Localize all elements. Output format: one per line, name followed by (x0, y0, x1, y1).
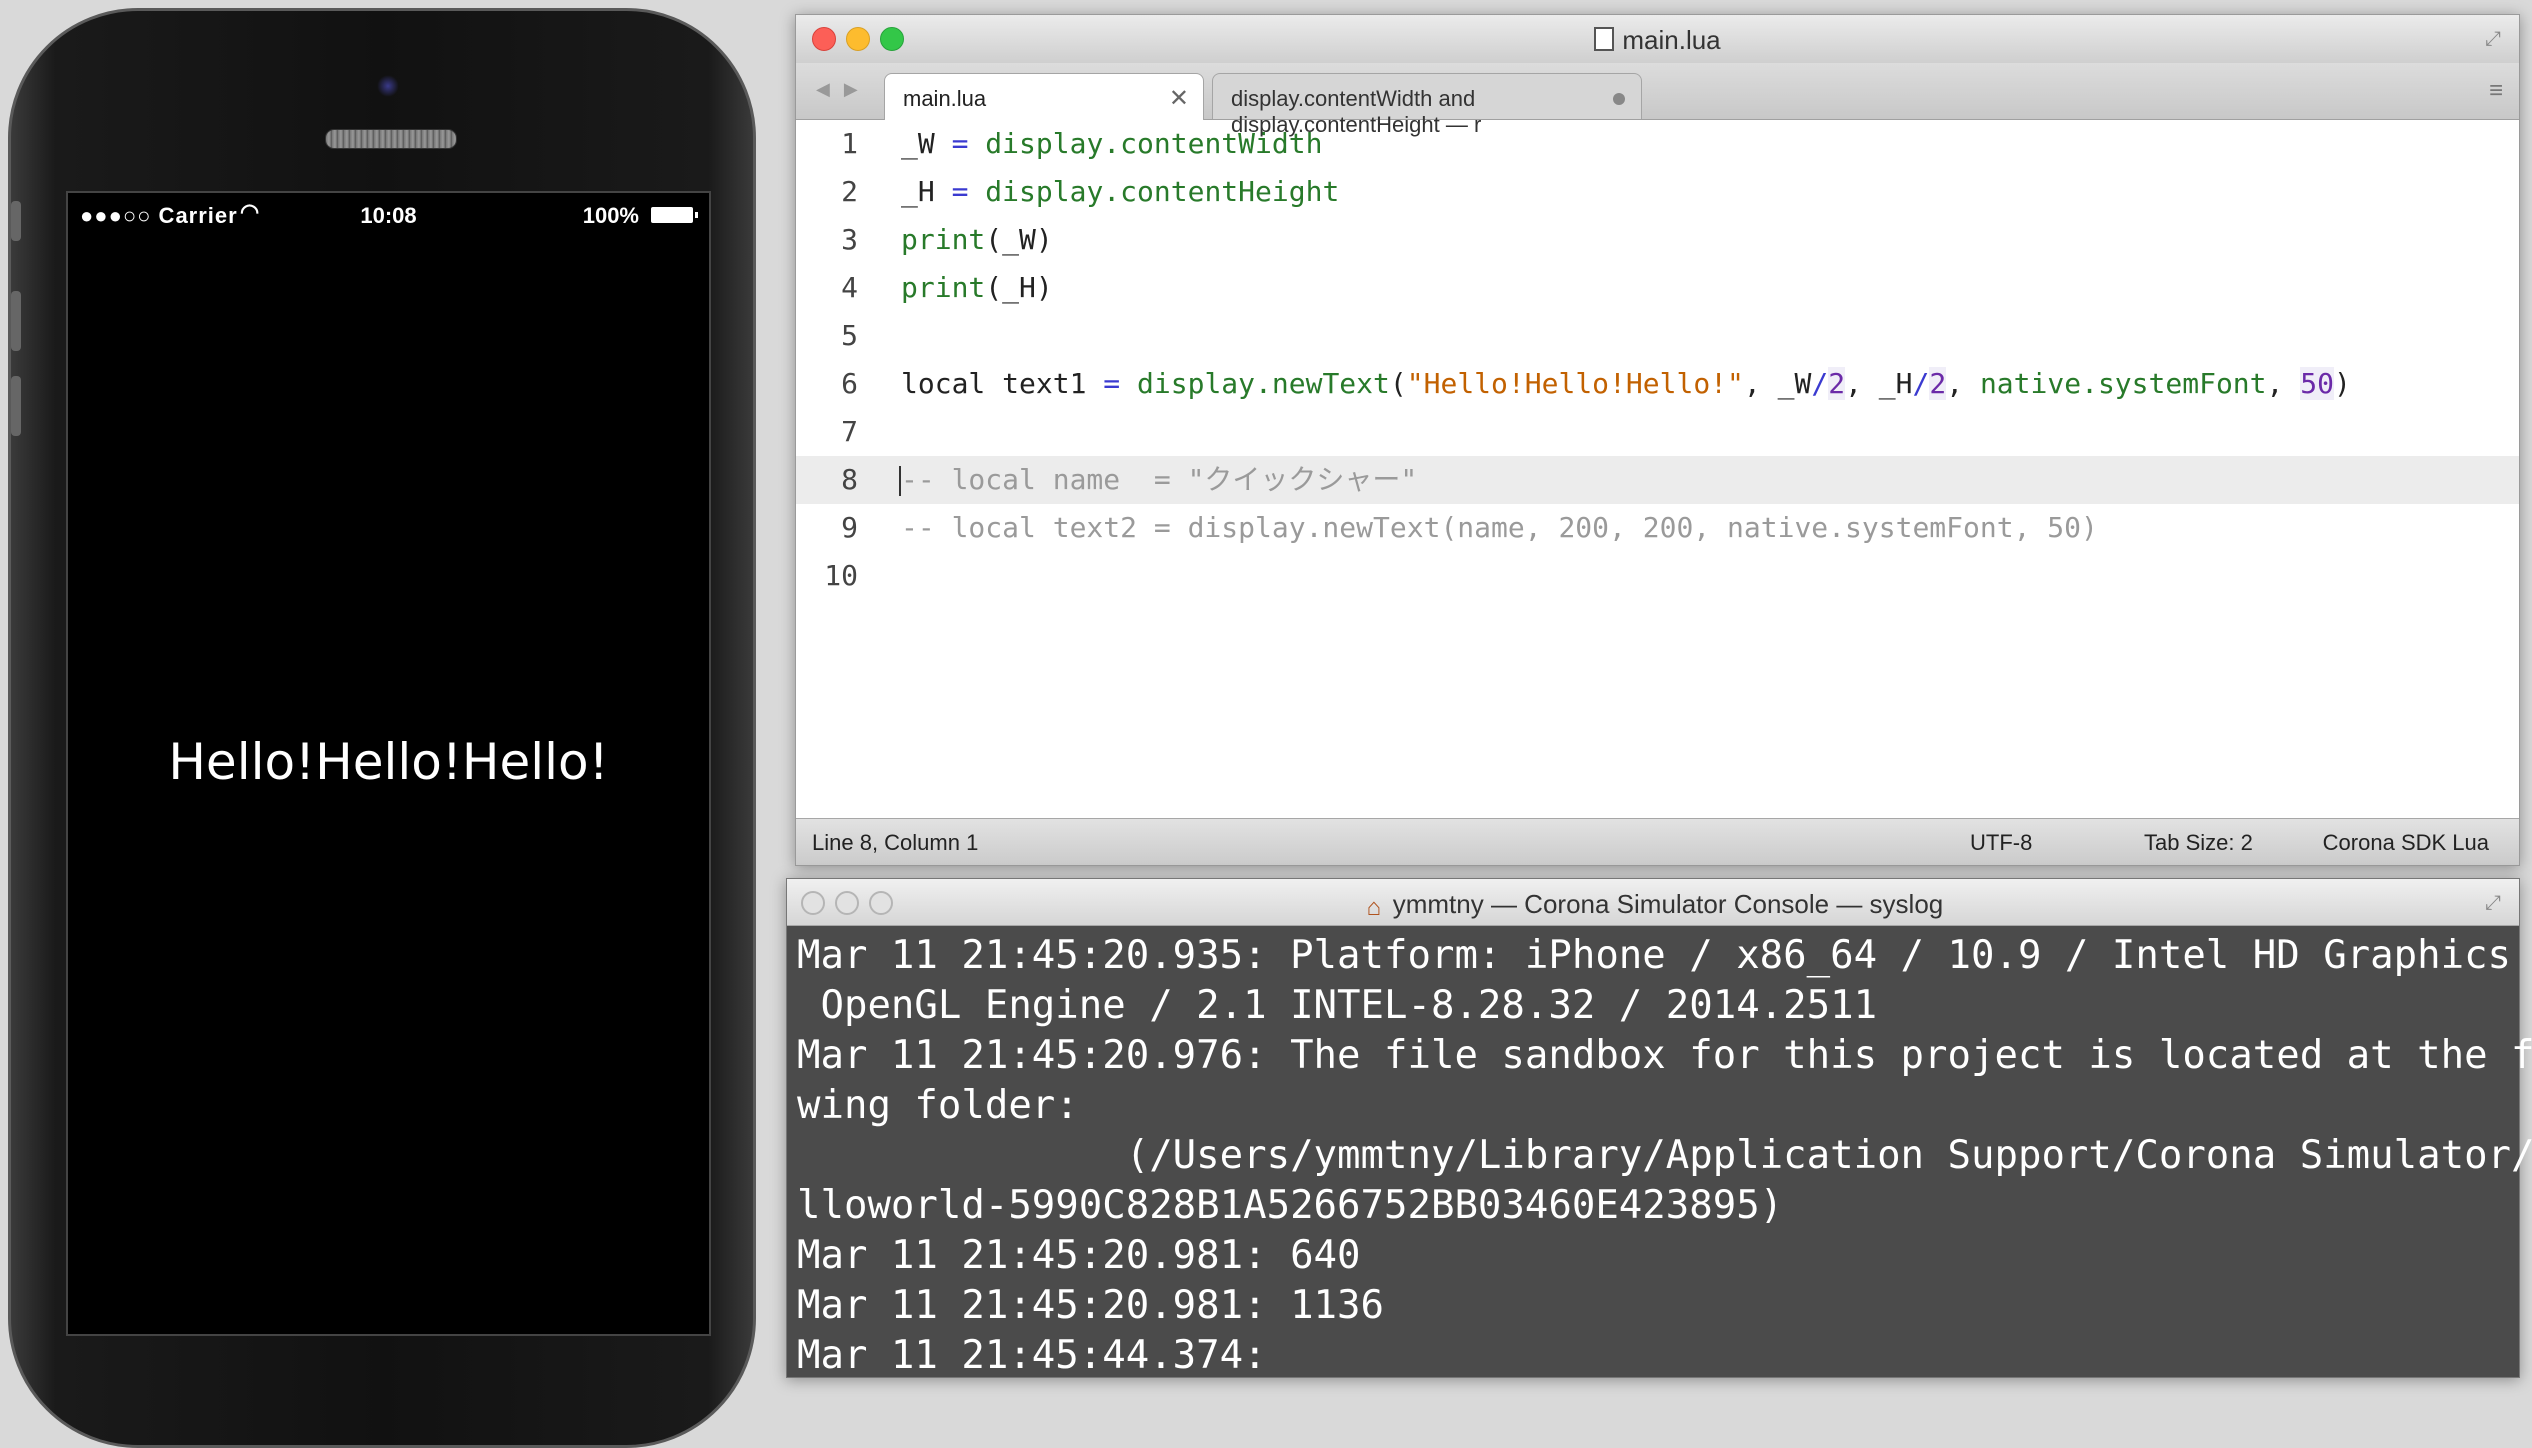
volume-down-button (11, 376, 21, 436)
code-line[interactable]: 6 local text1 = display.newText("Hello!He… (796, 360, 2519, 408)
log-line: lloworld-5990C828B1A5266752BB03460E42389… (797, 1183, 1784, 1228)
code-text[interactable]: _H = display.contentHeight (901, 168, 1339, 216)
code-line[interactable]: 7 (796, 408, 2519, 456)
line-number: 9 (841, 511, 858, 544)
code-editor[interactable]: 1 _W = display.contentWidth 2 _H = display.… (796, 120, 2519, 810)
editor-titlebar[interactable]: main.lua ⤢ (796, 15, 2519, 64)
phone-screen[interactable]: ●●●○○ Carrier ◠ 10:08 100% Hello!Hello!H… (66, 191, 711, 1336)
code-text[interactable]: print(_H) (901, 264, 1053, 312)
code-line[interactable]: 3 print(_W) (796, 216, 2519, 264)
tab-nav-arrows[interactable]: ◀▶ (816, 79, 872, 100)
line-number: 5 (841, 319, 858, 352)
log-line: (/Users/ymmtny/Library/Application Suppo… (797, 1133, 2532, 1178)
tab-documentation[interactable]: display.contentWidth and display.content… (1212, 73, 1642, 137)
menu-icon[interactable]: ≡ (2489, 77, 2503, 105)
code-line[interactable]: 8 -- local name = "クイックシャー" (796, 456, 2519, 504)
tab-label: main.lua (903, 86, 987, 111)
code-text[interactable]: print(_W) (901, 216, 1053, 264)
doc-icon (1594, 27, 1615, 51)
code-line[interactable]: 1 _W = display.contentWidth (796, 120, 2519, 168)
earpiece-speaker (325, 129, 457, 149)
log-line: wing folder: (797, 1083, 1079, 1128)
unsaved-dot-icon[interactable] (1613, 93, 1625, 105)
console-titlebar[interactable]: ⌂ ymmtny — Corona Simulator Console — sys… (787, 879, 2519, 926)
battery-percent: 100% (582, 203, 639, 228)
phone-simulator: ●●●○○ Carrier ◠ 10:08 100% Hello!Hello!H… (8, 8, 756, 1448)
syntax-indicator[interactable]: Corona SDK Lua (2323, 830, 2489, 856)
log-line: Mar 11 21:45:20.981: 1136 (797, 1283, 1384, 1328)
tab-main-lua[interactable]: main.lua ✕ (884, 73, 1204, 120)
line-number: 8 (841, 463, 858, 496)
close-tab-icon[interactable]: ✕ (1169, 84, 1189, 113)
log-line: Mar 11 21:45:20.935: Platform: iPhone / … (797, 933, 2532, 978)
editor-status-bar: Line 8, Column 1 UTF-8 Tab Size: 2 Coron… (796, 818, 2519, 865)
code-line[interactable]: 5 (796, 312, 2519, 360)
code-line[interactable]: 9 -- local text2 = display.newText(name, … (796, 504, 2519, 552)
line-number: 1 (841, 127, 858, 160)
editor-title-text: main.lua (1622, 25, 1721, 55)
ios-status-bar: ●●●○○ Carrier ◠ 10:08 100% (68, 193, 709, 237)
tab-bar: ◀▶ main.lua ✕ display.contentWidth and d… (796, 63, 2519, 137)
line-number: 4 (841, 271, 858, 304)
encoding-indicator[interactable]: UTF-8 (1970, 830, 2032, 856)
code-text[interactable]: _W = display.contentWidth (901, 120, 1322, 168)
code-text[interactable]: -- local text2 = display.newText(name, 2… (901, 504, 2098, 552)
log-line: Mar 11 21:45:20.981: 640 (797, 1233, 1361, 1278)
code-line[interactable]: 2 _H = display.contentHeight (796, 168, 2519, 216)
fullscreen-icon[interactable]: ⤢ (2485, 893, 2505, 913)
console-window[interactable]: ⌂ ymmtny — Corona Simulator Console — sys… (786, 878, 2532, 1381)
line-number: 7 (841, 415, 858, 448)
line-number: 3 (841, 223, 858, 256)
editor-window[interactable]: main.lua ⤢ ◀▶ main.lua ✕ display.content… (795, 14, 2520, 866)
hello-text-output: Hello!Hello!Hello! (168, 733, 609, 791)
console-log[interactable]: Mar 11 21:45:20.935: Platform: iPhone / … (797, 931, 2532, 1381)
fullscreen-icon[interactable]: ⤢ (2485, 29, 2505, 49)
line-number: 6 (841, 367, 858, 400)
code-line[interactable]: 4 print(_H) (796, 264, 2519, 312)
battery-icon (651, 207, 698, 223)
console-title-text: ymmtny — Corona Simulator Console — sysl… (1392, 889, 1944, 919)
editor-title: main.lua (796, 25, 2519, 56)
front-camera (377, 75, 399, 97)
line-number: 10 (824, 559, 858, 592)
line-number: 2 (841, 175, 858, 208)
text-cursor (899, 466, 901, 496)
tab-size-indicator[interactable]: Tab Size: 2 (2144, 830, 2253, 856)
log-line: Mar 11 21:45:44.374: (797, 1333, 1267, 1378)
code-text[interactable]: -- local name = "クイックシャー" (901, 456, 1417, 504)
log-line: Mar 11 21:45:20.976: The file sandbox fo… (797, 1033, 2532, 1078)
cursor-position[interactable]: Line 8, Column 1 (812, 830, 978, 856)
volume-up-button (11, 291, 21, 351)
console-title: ⌂ ymmtny — Corona Simulator Console — sys… (787, 889, 2519, 920)
code-line[interactable]: 10 (796, 552, 2519, 600)
mute-switch (11, 201, 21, 241)
log-line: OpenGL Engine / 2.1 INTEL-8.28.32 / 2014… (797, 983, 1878, 1028)
code-text[interactable]: local text1 = display.newText("Hello!Hel… (901, 360, 2351, 408)
home-icon: ⌂ (1366, 894, 1381, 921)
